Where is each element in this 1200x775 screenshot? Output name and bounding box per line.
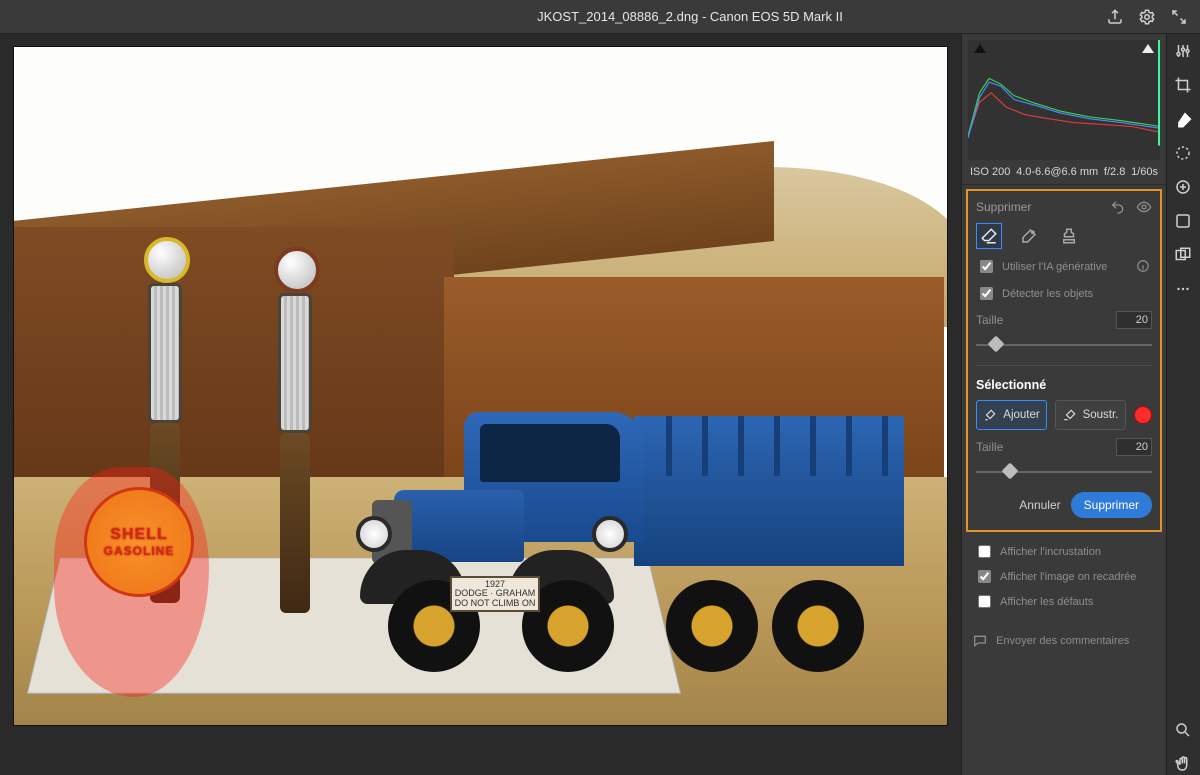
remove-panel: Supprimer Utiliser l'IA générative <box>966 189 1162 532</box>
send-feedback-link[interactable]: Envoyer des commentaires <box>972 633 1156 649</box>
redeye-icon[interactable] <box>1174 178 1194 198</box>
histogram[interactable] <box>968 40 1160 160</box>
right-panel: ISO 200 4.0-6.6@6.6 mm f/2.8 1/60s Suppr… <box>961 34 1166 775</box>
filename: JKOST_2014_08886_2.dng <box>537 9 698 24</box>
size-slider-top[interactable] <box>976 337 1152 353</box>
show-overlay-checkbox[interactable]: Afficher l'incrustation <box>974 542 1154 561</box>
presets-icon[interactable] <box>1174 212 1194 232</box>
selected-heading: Sélectionné <box>976 378 1152 392</box>
edit-sliders-icon[interactable] <box>1174 42 1194 62</box>
document-title: JKOST_2014_08886_2.dng - Canon EOS 5D Ma… <box>272 9 1108 24</box>
tool-strip <box>1166 34 1200 775</box>
show-uncropped-checkbox[interactable]: Afficher l'image on recadrée <box>974 567 1154 586</box>
size-label: Taille <box>976 313 1003 327</box>
size-input-bottom[interactable] <box>1116 438 1152 456</box>
eye-icon[interactable] <box>1136 199 1152 215</box>
show-defaults-checkbox[interactable]: Afficher les défauts <box>974 592 1154 611</box>
vintage-truck: 1927 DODGE · GRAHAM DO NOT CLIMB ON <box>354 392 914 692</box>
more-icon[interactable] <box>1174 280 1194 300</box>
use-generative-ai-checkbox[interactable]: Utiliser l'IA générative <box>976 257 1152 276</box>
mask-icon[interactable] <box>1174 144 1194 164</box>
hand-icon[interactable] <box>1174 755 1194 775</box>
undo-icon[interactable] <box>1110 199 1126 215</box>
size-label-2: Taille <box>976 440 1003 454</box>
detect-objects-checkbox[interactable]: Détecter les objets <box>976 284 1152 303</box>
cancel-button[interactable]: Annuler <box>1019 498 1060 512</box>
info-icon[interactable] <box>1136 259 1152 275</box>
overlay-color-swatch[interactable] <box>1134 406 1152 424</box>
canvas-area[interactable]: SHELL GASOLINE 1927 DODGE · GRAHAM DO NO… <box>0 34 961 775</box>
top-bar: JKOST_2014_08886_2.dng - Canon EOS 5D Ma… <box>0 0 1200 34</box>
healing-icon[interactable] <box>1174 110 1194 130</box>
remove-tool-row <box>976 223 1152 249</box>
exif-bar: ISO 200 4.0-6.6@6.6 mm f/2.8 1/60s <box>962 162 1166 185</box>
exif-shutter: 1/60s <box>1131 166 1158 178</box>
photo-canvas[interactable]: SHELL GASOLINE 1927 DODGE · GRAHAM DO NO… <box>13 46 948 726</box>
export-icon[interactable] <box>1106 8 1124 26</box>
crop-icon[interactable] <box>1174 76 1194 96</box>
remove-apply-button[interactable]: Supprimer <box>1071 492 1152 518</box>
size-slider-bottom[interactable] <box>976 464 1152 480</box>
heal-brush-tool[interactable] <box>1016 223 1042 249</box>
license-plate: 1927 DODGE · GRAHAM DO NOT CLIMB ON <box>450 576 540 612</box>
zoom-icon[interactable] <box>1174 721 1194 741</box>
subtract-brush-button[interactable]: Soustr. <box>1055 400 1126 430</box>
gear-icon[interactable] <box>1138 8 1156 26</box>
eraser-tool[interactable] <box>976 223 1002 249</box>
versions-icon[interactable] <box>1174 246 1194 266</box>
size-input-top[interactable] <box>1116 311 1152 329</box>
clone-stamp-tool[interactable] <box>1056 223 1082 249</box>
exif-iso: ISO 200 <box>970 166 1010 178</box>
add-brush-button[interactable]: Ajouter <box>976 400 1047 430</box>
remove-panel-title: Supprimer <box>976 200 1031 214</box>
exif-aperture: f/2.8 <box>1104 166 1125 178</box>
fullscreen-icon[interactable] <box>1170 8 1188 26</box>
exif-focal: 4.0-6.6@6.6 mm <box>1016 166 1098 178</box>
gas-pump-right <box>274 247 316 613</box>
camera-model: Canon EOS 5D Mark II <box>710 9 843 24</box>
